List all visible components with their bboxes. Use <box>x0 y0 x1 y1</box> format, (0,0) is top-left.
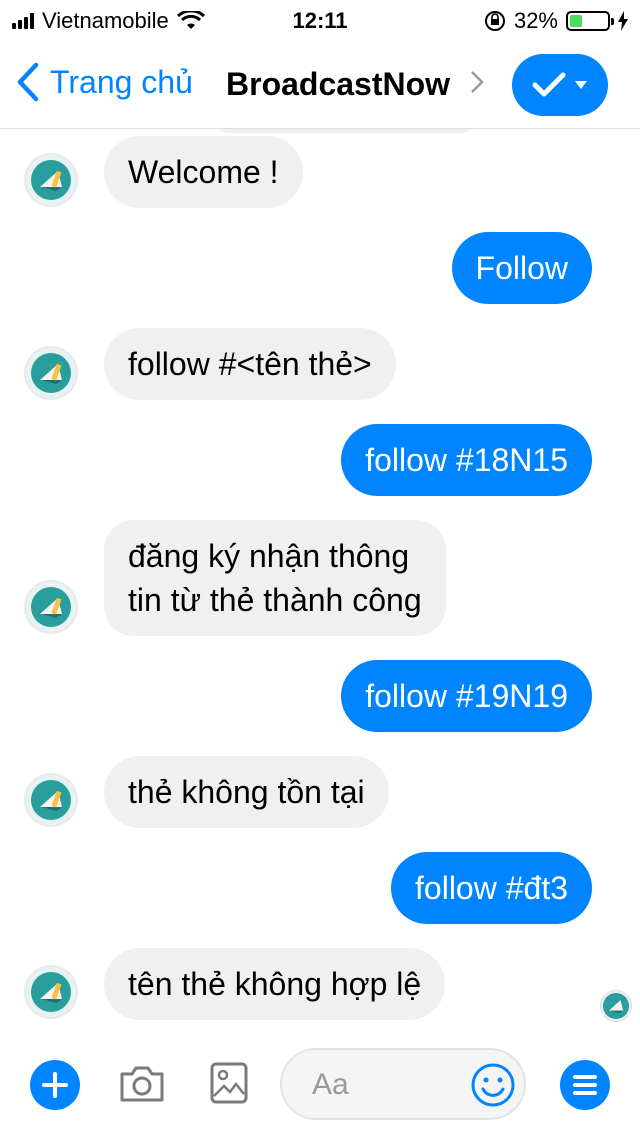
message-bubble-incoming[interactable]: đăng ký nhận thông tin từ thẻ thành công <box>104 520 446 636</box>
status-bar: Vietnamobile 12:11 32% <box>0 0 640 40</box>
plus-icon[interactable] <box>30 1060 80 1110</box>
emoji-icon[interactable] <box>470 1062 516 1108</box>
message-bubble-incoming[interactable]: Welcome ! <box>104 136 303 208</box>
message-bubble-outgoing[interactable]: Follow <box>451 232 592 304</box>
message-list[interactable]: Welcome ! Follow follow #<tên thẻ> follo… <box>0 129 640 1034</box>
message-bubble-outgoing[interactable]: follow #đt3 <box>391 852 592 924</box>
bot-avatar[interactable] <box>24 965 78 1019</box>
battery-percent: 32% <box>513 8 558 33</box>
bot-avatar[interactable] <box>24 346 78 400</box>
message-line: đăng ký nhận thông <box>128 538 410 574</box>
message-input-placeholder: Aa <box>312 1068 349 1101</box>
message-bubble-outgoing[interactable]: follow #19N19 <box>341 660 592 732</box>
checkmark-icon <box>532 72 566 97</box>
get-started-button[interactable] <box>512 54 608 116</box>
chevron-right-icon[interactable] <box>470 70 484 94</box>
message-bubble-incoming[interactable]: tên thẻ không hợp lệ <box>104 948 446 1020</box>
message-bubble-incoming[interactable]: follow #<tên thẻ> <box>104 328 396 400</box>
bot-avatar[interactable] <box>24 773 78 827</box>
camera-icon[interactable] <box>118 1064 166 1104</box>
bot-avatar[interactable] <box>24 153 78 207</box>
message-bubble-incoming[interactable]: thẻ không tồn tại <box>104 756 389 828</box>
orientation-lock-icon <box>484 11 505 31</box>
seen-avatar-indicator <box>600 990 632 1022</box>
back-label: Trang chủ <box>50 63 193 100</box>
conversation-header: Trang chủ BroadcastNow <box>0 40 640 129</box>
bot-avatar[interactable] <box>24 580 78 634</box>
back-button[interactable]: Trang chủ <box>16 62 193 102</box>
image-icon[interactable] <box>210 1062 248 1104</box>
menu-icon[interactable] <box>560 1060 610 1110</box>
battery-icon <box>566 11 614 31</box>
caret-down-icon <box>575 81 587 89</box>
chevron-left-icon <box>17 62 39 102</box>
charging-icon <box>618 11 628 31</box>
previous-message-fragment <box>210 129 480 133</box>
status-right: 32% <box>484 8 628 34</box>
message-bubble-outgoing[interactable]: follow #18N15 <box>341 424 592 496</box>
message-composer: Aa <box>0 1034 640 1136</box>
conversation-title[interactable]: BroadcastNow <box>226 66 450 103</box>
message-line: tin từ thẻ thành công <box>128 582 422 618</box>
